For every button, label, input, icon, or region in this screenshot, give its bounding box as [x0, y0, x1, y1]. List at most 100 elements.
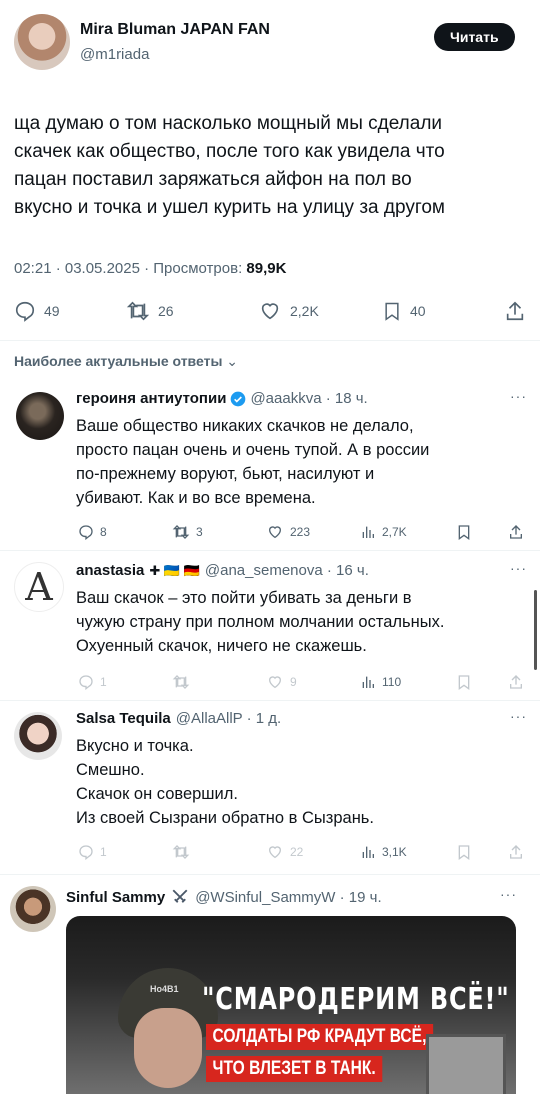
like-count: 22: [290, 845, 304, 859]
reply-avatar[interactable]: A: [14, 562, 64, 612]
reply-count: 49: [44, 303, 60, 319]
reply-text: Ваш скачок – это пойти убивать за деньги…: [76, 586, 536, 658]
replies-sort[interactable]: Наиболее актуальные ответы ⌄: [14, 353, 238, 370]
tweet-line: вкусно и точка и ушел курить на улицу за…: [14, 197, 445, 218]
reply-stat[interactable]: 1: [78, 844, 107, 860]
flag-emojis: ✚ 🇺🇦 🇩🇪: [149, 562, 200, 578]
tweet-time-date[interactable]: 02:21 · 03.05.2025 · Просмотров:: [14, 260, 246, 277]
follow-button[interactable]: Читать: [434, 23, 515, 51]
more-icon[interactable]: ···: [510, 560, 527, 576]
views-count: 2,7K: [382, 525, 407, 539]
heart-icon: [266, 524, 284, 540]
reply-author-name[interactable]: anastasia: [76, 562, 144, 579]
reply-count: 1: [100, 675, 107, 689]
author-avatar[interactable]: [14, 14, 70, 70]
views-stat[interactable]: 110: [360, 674, 401, 690]
retweet-icon: [126, 300, 150, 322]
scrollbar[interactable]: [534, 590, 537, 670]
reply-text: Вкусно и точка. Смешно. Скачок он соверш…: [76, 734, 532, 830]
bookmark-stat[interactable]: 40: [382, 300, 426, 322]
views-stat[interactable]: 3,1K: [360, 844, 407, 860]
more-icon[interactable]: ···: [500, 886, 517, 902]
reply-count: 1: [100, 845, 107, 859]
reply-icon: [78, 524, 94, 540]
retweet-stat[interactable]: [172, 674, 190, 690]
tweet-line: скачек как общество, после того как увид…: [14, 141, 445, 162]
heart-icon: [266, 674, 284, 690]
reply-author-handle[interactable]: @AllaAllP · 1 д.: [176, 710, 281, 727]
computer-monitor: [426, 1034, 506, 1094]
reply-author-name[interactable]: Sinful Sammy: [66, 889, 165, 906]
reply-line: просто пацан очень и очень тупой. А в ро…: [76, 441, 430, 459]
divider: [0, 700, 540, 701]
like-count: 223: [290, 525, 311, 539]
bar-chart-icon: [360, 524, 376, 540]
reply-author-handle[interactable]: @aaakkva · 18 ч.: [250, 390, 367, 407]
bookmark-icon[interactable]: [456, 524, 472, 540]
divider: [0, 550, 540, 551]
reply-count: 8: [100, 525, 107, 539]
reply-author-name[interactable]: Salsa Tequila: [76, 710, 171, 727]
reply-line: Ваше общество никаких скачков не делало,: [76, 417, 414, 435]
reply-icon: [14, 300, 36, 322]
share-icon[interactable]: [508, 844, 524, 860]
like-stat[interactable]: 9: [266, 674, 297, 690]
image-subline: СОЛДАТЫ РФ КРАДУТ ВСЁ,: [206, 1024, 433, 1050]
reply-stat[interactable]: 1: [78, 674, 107, 690]
retweet-icon: [172, 524, 190, 540]
more-icon[interactable]: ···: [510, 708, 527, 724]
like-stat[interactable]: 2,2K: [258, 300, 319, 322]
author-handle[interactable]: @m1riada: [80, 46, 149, 63]
bookmark-icon: [382, 300, 402, 322]
bar-chart-icon: [360, 674, 376, 690]
tweet-text: ща думаю о том насколько мощный мы сдела…: [14, 110, 534, 222]
reply-text: Ваше общество никаких скачков не делало,…: [76, 414, 532, 510]
reply-line: Смешно.: [76, 761, 145, 779]
reply-avatar[interactable]: [10, 886, 56, 932]
reply-line: Охуенный скачок, ничего не скажешь.: [76, 637, 367, 655]
divider: [0, 874, 540, 875]
reply-author-handle[interactable]: @WSinful_SammyW · 19 ч.: [195, 889, 381, 906]
share-icon[interactable]: [508, 524, 524, 540]
share-icon[interactable]: [508, 674, 524, 690]
reply-header: anastasia ✚ 🇺🇦 🇩🇪 @ana_semenova · 16 ч.: [76, 562, 369, 579]
reply-line: Скачок он совершил.: [76, 785, 238, 803]
retweet-stat[interactable]: [172, 844, 190, 860]
image-headline: "СМАРОДЕРИМ ВСЁ!": [202, 982, 510, 1017]
reply-author-handle[interactable]: @ana_semenova · 16 ч.: [205, 562, 369, 579]
reply-line: по-прежнему воруют, бьют, насилуют и: [76, 465, 375, 483]
replies-sort-label: Наиболее актуальные ответы: [14, 353, 223, 369]
letter-a-drawing: A: [25, 565, 53, 609]
tweet-line: ща думаю о том насколько мощный мы сдела…: [14, 113, 443, 134]
more-icon[interactable]: ···: [510, 388, 527, 404]
chevron-down-icon: ⌄: [226, 353, 239, 369]
like-stat[interactable]: 22: [266, 844, 303, 860]
heart-icon: [258, 300, 282, 322]
reply-line: Из своей Сызрани обратно в Сызрань.: [76, 809, 374, 827]
reply-avatar[interactable]: [14, 712, 62, 760]
tweet-meta: 02:21 · 03.05.2025 · Просмотров: 89,9K: [14, 260, 286, 277]
image-subline: ЧТО ВЛЕЗЕТ В ТАНК.: [206, 1056, 383, 1082]
retweet-icon: [172, 844, 190, 860]
like-stat[interactable]: 223: [266, 524, 310, 540]
reply-line: Ваш скачок – это пойти убивать за деньги…: [76, 589, 412, 607]
reply-author-name[interactable]: героиня антиутопии: [76, 390, 226, 407]
retweet-stat[interactable]: 26: [126, 300, 174, 322]
reply-stat[interactable]: 49: [14, 300, 60, 322]
bookmark-count: 40: [410, 303, 426, 319]
reply-media-image[interactable]: Ho4B1 "СМАРОДЕРИМ ВСЁ!" СОЛДАТЫ РФ КРАДУ…: [66, 916, 516, 1094]
views-stat[interactable]: 2,7K: [360, 524, 407, 540]
retweet-stat[interactable]: 3: [172, 524, 203, 540]
helmet-label: Ho4B1: [150, 984, 179, 994]
author-name[interactable]: Mira Bluman JAPAN FAN: [80, 21, 270, 39]
reply-line: Вкусно и точка.: [76, 737, 194, 755]
reply-avatar[interactable]: [16, 392, 64, 440]
share-icon[interactable]: [504, 300, 526, 322]
views-count: 110: [382, 675, 402, 689]
bookmark-icon[interactable]: [456, 844, 472, 860]
reply-stat[interactable]: 8: [78, 524, 107, 540]
reply-line: чужую страну при полном молчании остальн…: [76, 613, 445, 631]
bookmark-icon[interactable]: [456, 674, 472, 690]
retweet-count: 3: [196, 525, 203, 539]
reply-line: убивают. Как и во все времена.: [76, 489, 316, 507]
